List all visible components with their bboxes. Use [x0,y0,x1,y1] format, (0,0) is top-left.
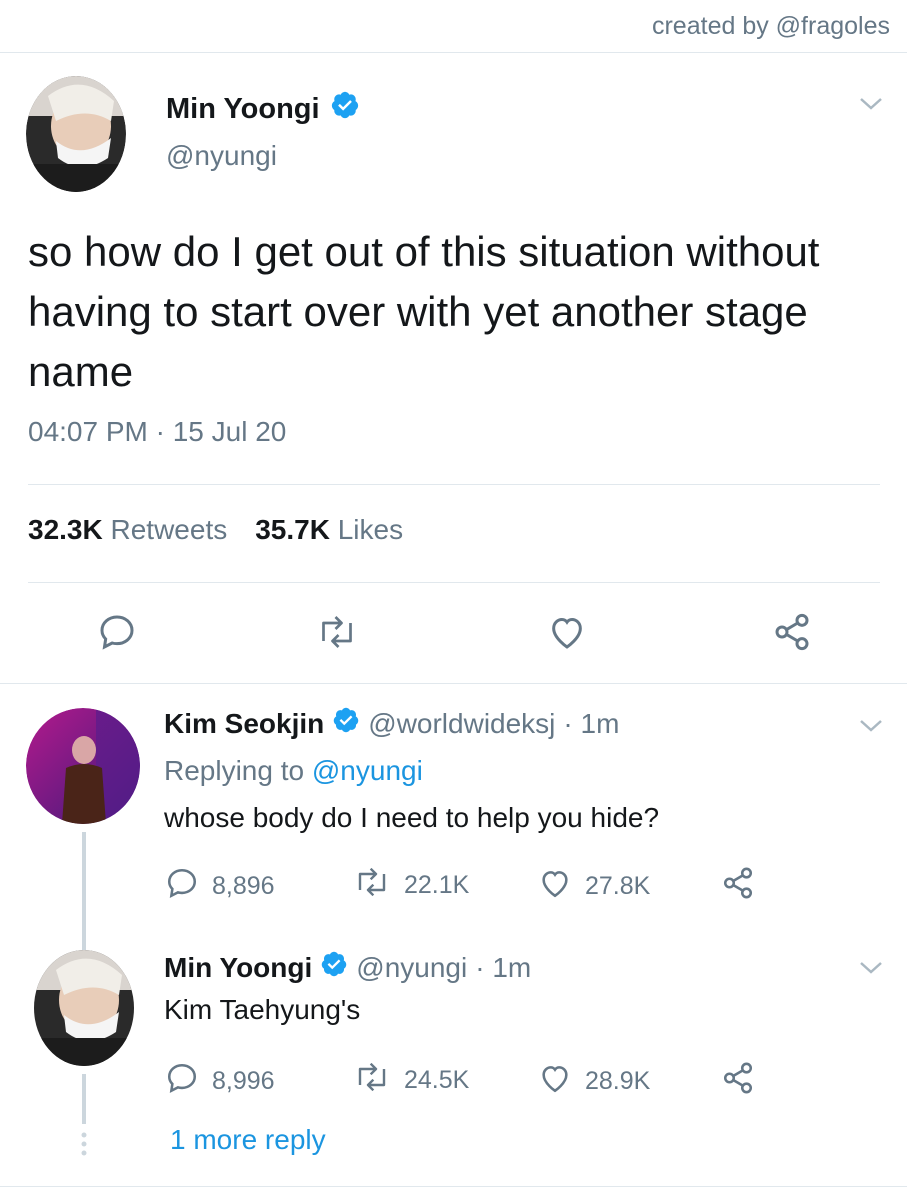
reply1-author-name[interactable]: Kim Seokjin [164,708,324,740]
verified-icon [332,706,360,741]
like-icon [537,1061,573,1102]
thread-line [82,832,86,950]
reply-count: 8,996 [212,1067,275,1095]
main-author[interactable]: Min Yoongi [166,90,360,128]
likes-stat[interactable]: 35.7K Likes [255,514,403,546]
reply1-retweet-action[interactable]: 22.1K [352,866,469,905]
chevron-down-icon[interactable] [858,960,884,981]
chevron-down-icon[interactable] [858,718,884,739]
main-author-handle[interactable]: @nyungi [166,140,277,172]
like-icon [537,866,573,907]
top-divider [0,52,907,53]
verified-icon [320,950,348,985]
like-count: 27.8K [585,872,651,900]
reply2-reply-action[interactable]: 8,996 [164,1061,275,1102]
reply-count: 8,896 [212,872,275,900]
reply1-time[interactable]: · 1m [563,708,619,740]
share-icon[interactable] [772,612,812,657]
reply2-like-action[interactable]: 28.9K [537,1061,650,1102]
thread-dots [81,1132,87,1161]
credit-text: created by @fragoles [651,12,890,40]
likes-label: Likes [337,514,404,545]
replying-to-prefix: Replying to [164,755,305,786]
reply-icon [164,866,200,907]
main-author-name[interactable]: Min Yoongi [166,93,320,126]
like-count: 28.9K [585,1067,651,1095]
reply2-time[interactable]: · 1m [475,952,531,984]
reply1-avatar[interactable] [26,708,140,824]
reply1-header: Kim Seokjin @worldwideksj · 1m [164,706,619,741]
retweet-icon [352,866,392,905]
retweet-count: 24.5K [404,1066,470,1094]
main-tweet-timestamp[interactable]: 04:07 PM · 15 Jul 20 [28,416,286,448]
thread-line [82,1074,86,1124]
reply1-text: whose body do I need to help you hide? [164,802,660,833]
reply2-author-name[interactable]: Min Yoongi [164,952,312,984]
reply1-author-handle[interactable]: @worldwideksj [368,708,555,740]
share-icon[interactable] [720,1061,756,1095]
verified-icon [330,90,360,128]
like-icon[interactable] [546,612,588,657]
replying-to: Replying to @nyungi [164,755,423,787]
reply-icon[interactable] [96,612,138,657]
reply2-header: Min Yoongi @nyungi · 1m [164,950,531,985]
divider [28,582,880,583]
bottom-divider [0,1186,907,1187]
retweets-stat[interactable]: 32.3K Retweets [28,514,227,546]
reply-icon [164,1061,200,1102]
more-reply-link[interactable]: 1 more reply [170,1124,326,1156]
reply2-retweet-action[interactable]: 24.5K [352,1061,469,1100]
reply1-like-action[interactable]: 27.8K [537,866,650,907]
divider [0,683,907,684]
main-avatar[interactable] [26,76,126,192]
divider [28,484,880,485]
reply2-avatar[interactable] [26,950,142,1066]
chevron-down-icon[interactable] [858,96,884,117]
retweet-count: 22.1K [404,871,470,899]
retweet-icon [352,1061,392,1100]
tweet-stats: 32.3K Retweets 35.7K Likes [28,514,403,546]
reply2-text: Kim Taehyung's [164,994,361,1025]
share-icon[interactable] [720,866,756,900]
likes-count: 35.7K [255,514,330,545]
main-tweet-text: so how do I get out of this situation wi… [28,228,820,395]
reply1-reply-action[interactable]: 8,896 [164,866,275,907]
retweets-count: 32.3K [28,514,103,545]
reply2-author-handle[interactable]: @nyungi [356,952,467,984]
replying-to-handle[interactable]: @nyungi [312,755,423,786]
retweet-icon[interactable] [314,614,360,655]
retweets-label: Retweets [110,514,228,545]
